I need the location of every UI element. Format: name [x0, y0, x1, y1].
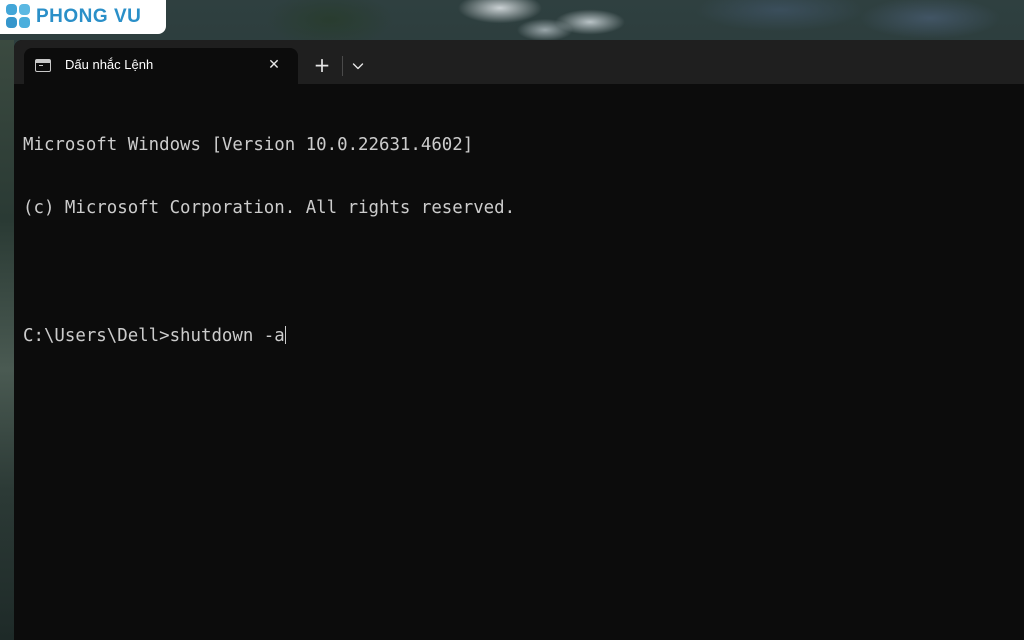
- text-cursor: [284, 326, 286, 345]
- desktop-wallpaper-edge: [0, 40, 14, 640]
- tab-title: Dấu nhắc Lệnh: [65, 57, 154, 72]
- terminal-window: Dấu nhắc Lệnh ✕ + Microsoft Windows [Ver…: [14, 40, 1024, 640]
- brand-name: PHONG VU: [36, 6, 142, 27]
- close-tab-button[interactable]: ✕: [264, 55, 284, 75]
- tab-command-prompt[interactable]: Dấu nhắc Lệnh ✕: [24, 48, 298, 84]
- console-line: (c) Microsoft Corporation. All rights re…: [23, 198, 516, 219]
- tab-dropdown-button[interactable]: [346, 54, 370, 78]
- titlebar-divider: [342, 56, 343, 76]
- brand-watermark: PHONG VU: [0, 0, 166, 34]
- console-prompt-line[interactable]: C:\Users\Dell>shutdown -a: [23, 326, 1013, 347]
- terminal-icon: [35, 59, 51, 72]
- command-input[interactable]: C:\Users\Dell>shutdown -a: [23, 326, 285, 346]
- console-line: Microsoft Windows [Version 10.0.22631.46…: [23, 134, 474, 155]
- brand-logo-icon: [6, 4, 32, 30]
- chevron-down-icon: [352, 63, 364, 70]
- console-output[interactable]: Microsoft Windows [Version 10.0.22631.46…: [23, 92, 1013, 632]
- new-tab-button[interactable]: +: [310, 54, 334, 78]
- title-bar: Dấu nhắc Lệnh ✕ +: [14, 40, 1024, 84]
